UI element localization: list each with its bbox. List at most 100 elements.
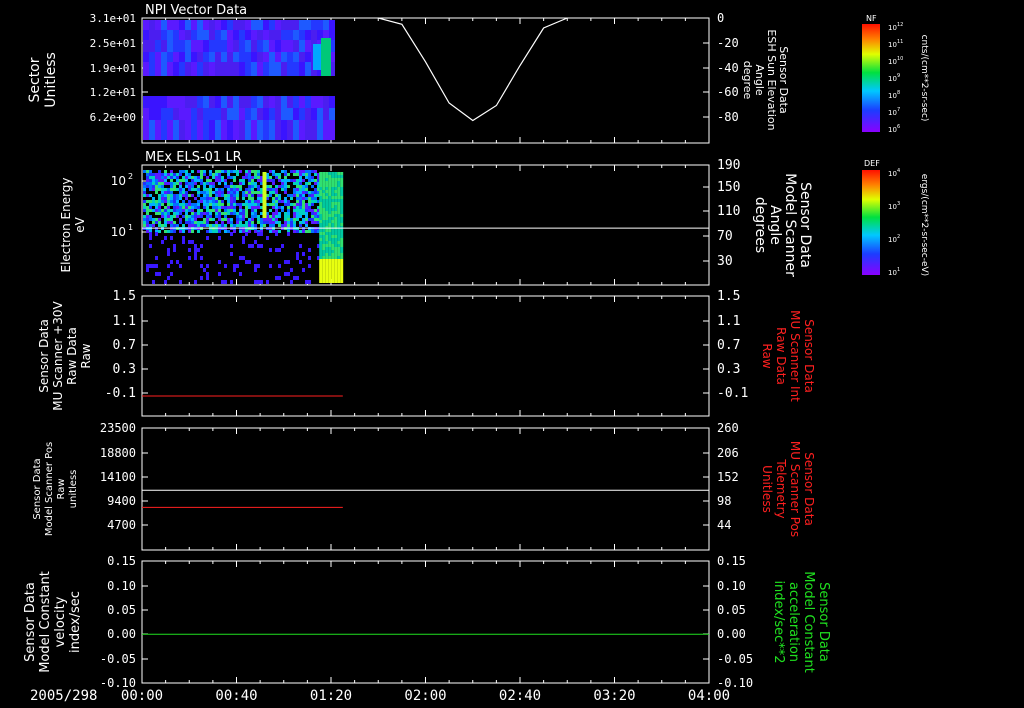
- els-heatmap-cell: [239, 185, 242, 188]
- els-heatmap-cell: [254, 264, 257, 268]
- npi-heatmap-cell: [233, 20, 239, 30]
- npi-heatmap-cell: [299, 108, 305, 120]
- els-heatmap-cell: [254, 240, 257, 244]
- right-axis-tick-label: 260: [717, 421, 739, 435]
- right-axis-tick-label: -80: [717, 110, 739, 124]
- npi-heatmap-cell: [221, 62, 227, 76]
- els-heatmap-cell: [284, 173, 287, 176]
- els-heatmap-cell: [284, 170, 287, 173]
- els-heatmap-cell: [296, 209, 299, 212]
- els-heatmap-cell: [230, 185, 233, 188]
- npi-heatmap-cell: [185, 96, 191, 108]
- els-heatmap-cell: [340, 232, 344, 235]
- els-heatmap-cell: [305, 182, 308, 185]
- els-heatmap-cell: [296, 200, 299, 203]
- npi-heatmap-cell: [221, 40, 227, 52]
- els-heatmap-cell: [149, 176, 152, 179]
- npi-heatmap-cell: [197, 120, 203, 140]
- els-heatmap-cell: [251, 176, 254, 179]
- els-heatmap-cell: [314, 179, 317, 182]
- npi-heatmap-cell: [167, 62, 173, 76]
- npi-heatmap-cell: [191, 40, 197, 52]
- npi-heatmap-cell: [155, 20, 161, 30]
- els-heatmap-cell: [224, 206, 227, 209]
- els-heatmap-cell: [242, 191, 245, 194]
- els-heatmap-cell: [236, 185, 239, 188]
- els-heatmap-cell: [328, 235, 332, 238]
- npi-heatmap-cell: [239, 120, 245, 140]
- left-axis-tick-label: -0.10: [100, 676, 136, 690]
- els-heatmap-cell: [325, 235, 329, 238]
- els-heatmap-cell: [260, 224, 263, 227]
- left-axis-tick-label: 3.1e+01: [90, 12, 136, 25]
- npi-heatmap-cell: [329, 96, 335, 108]
- npi-heatmap-cell: [311, 30, 317, 40]
- els-heatmap-cell: [334, 187, 338, 190]
- els-heatmap-cell: [340, 178, 344, 181]
- velocity-left-label-line: Model Constant: [38, 571, 53, 673]
- els-heatmap-cell: [203, 173, 206, 176]
- els-heatmap-cell: [194, 203, 197, 206]
- npi-heatmap-cell: [215, 20, 221, 30]
- els-heatmap-cell: [322, 208, 326, 211]
- npi-heatmap-cell: [251, 40, 257, 52]
- els-heatmap-cell: [152, 179, 155, 182]
- els-heatmap-cell: [212, 182, 215, 185]
- els-heatmap-cell: [278, 221, 281, 224]
- npi-heatmap-cell: [305, 52, 311, 62]
- els-heatmap-cell: [325, 205, 329, 208]
- els-heatmap-cell: [209, 218, 212, 221]
- npi-heatmap-cell: [239, 62, 245, 76]
- els-heatmap-cell: [155, 218, 158, 221]
- colorbar-tick-exponent: 1: [897, 267, 900, 273]
- els-heatmap-cell: [290, 194, 293, 197]
- npi-heatmap-cell: [167, 52, 173, 62]
- els-heatmap-cell: [170, 203, 173, 206]
- els-heatmap-cell: [257, 170, 260, 173]
- npi-heatmap-cell: [161, 120, 167, 140]
- els-heatmap-cell: [218, 200, 221, 203]
- els-heatmap-cell: [230, 188, 233, 191]
- els-heatmap-cell: [200, 173, 203, 176]
- els-heatmap-cell: [254, 185, 257, 188]
- npi-heatmap-cell: [191, 120, 197, 140]
- els-heatmap-cell: [319, 175, 323, 178]
- els-heatmap-cell: [236, 170, 239, 173]
- els-heatmap-cell: [209, 203, 212, 206]
- els-heatmap-cell: [340, 235, 344, 238]
- els-heatmap-cell: [170, 185, 173, 188]
- els-heatmap-cell: [337, 247, 341, 250]
- els-heatmap-cell: [218, 203, 221, 206]
- npi-heatmap-cell: [155, 108, 161, 120]
- npi-heatmap-cell: [257, 52, 263, 62]
- els-heatmap-cell: [200, 244, 203, 248]
- npi-heatmap-cell: [239, 30, 245, 40]
- els-heatmap-cell: [275, 176, 278, 179]
- els-heatmap-cell: [239, 188, 242, 191]
- els-heatmap-cell: [239, 221, 242, 224]
- els-heatmap-cell: [179, 170, 182, 173]
- els-heatmap-cell: [164, 200, 167, 203]
- els-heatmap-cell: [197, 191, 200, 194]
- els-heatmap-cell: [206, 200, 209, 203]
- els-heatmap-cell: [242, 179, 245, 182]
- els-heatmap-cell: [278, 248, 281, 252]
- els-heatmap-cell: [170, 236, 173, 240]
- els-heatmap-cell: [191, 176, 194, 179]
- els-heatmap-cell: [272, 191, 275, 194]
- npi-heatmap-cell: [293, 108, 299, 120]
- els-heatmap-cell: [334, 208, 338, 211]
- els-heatmap-cell: [322, 181, 326, 184]
- els-heatmap-cell: [164, 221, 167, 224]
- els-heatmap-cell: [319, 205, 323, 208]
- els-heatmap-cell: [305, 197, 308, 200]
- els-heatmap-cell: [302, 203, 305, 206]
- npi-panel-title: NPI Vector Data: [145, 3, 247, 18]
- els-heatmap-cell: [230, 252, 233, 256]
- npi-heatmap-cell: [191, 108, 197, 120]
- els-heatmap-cell: [296, 194, 299, 197]
- els-heatmap-cell: [164, 212, 167, 215]
- npi-heatmap-cell: [191, 20, 197, 30]
- els-heatmap-cell: [194, 218, 197, 221]
- els-heatmap-cell: [158, 194, 161, 197]
